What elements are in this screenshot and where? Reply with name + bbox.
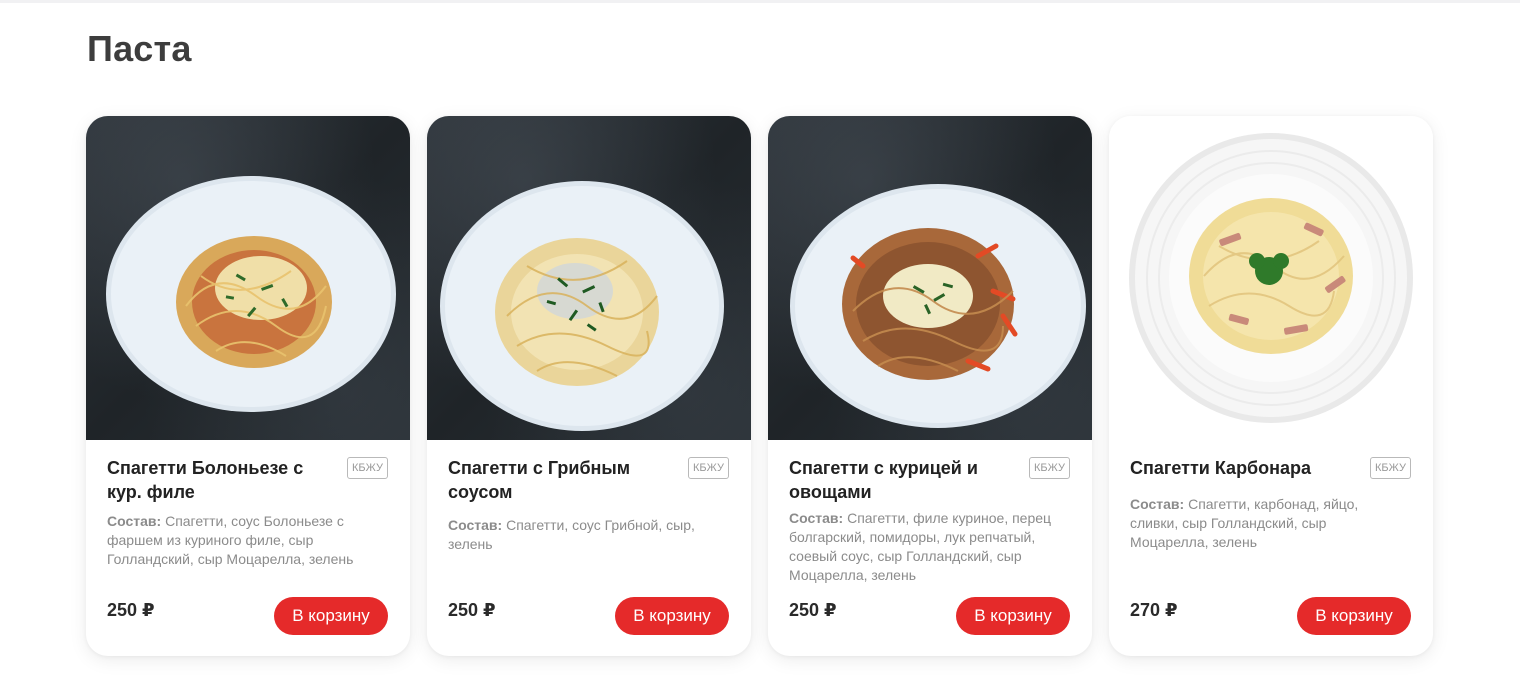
kbju-button[interactable]: КБЖУ — [1028, 457, 1070, 479]
composition-label: Состав: — [107, 513, 162, 529]
product-name: Спагетти с Грибным соусом — [448, 458, 631, 502]
product-photo[interactable] — [1109, 116, 1433, 440]
pasta-carbonara-image — [1129, 133, 1413, 423]
product-composition: Состав: Спагетти, соус Грибной, сыр, зел… — [448, 516, 718, 554]
add-to-cart-button[interactable]: В корзину — [615, 597, 729, 635]
pasta-bolognese-image — [106, 176, 396, 412]
product-card[interactable]: Спагетти с курицей и овощами КБЖУ Состав… — [768, 116, 1092, 656]
product-photo[interactable] — [768, 116, 1092, 440]
pasta-chicken-vegetables-image — [790, 184, 1086, 428]
product-card[interactable]: Спагетти Карбонара КБЖУ Состав: Спагетти… — [1109, 116, 1433, 656]
kbju-button[interactable]: КБЖУ — [687, 457, 729, 479]
add-to-cart-button[interactable]: В корзину — [1297, 597, 1411, 635]
product-name: Спагетти с курицей и овощами — [789, 458, 978, 502]
product-price: 250 ₽ — [107, 600, 155, 620]
add-to-cart-button[interactable]: В корзину — [274, 597, 388, 635]
product-price: 250 ₽ — [448, 600, 496, 620]
product-composition: Состав: Спагетти, карбонад, яйцо, сливки… — [1130, 495, 1400, 552]
product-grid: Спагетти Болоньезе с кур. филе КБЖУ Сост… — [86, 116, 1436, 658]
composition-label: Состав: — [789, 510, 844, 526]
kbju-button[interactable]: КБЖУ — [346, 457, 388, 479]
product-name: Спагетти Болоньезе с кур. филе — [107, 458, 304, 502]
pasta-mushroom-image — [440, 181, 724, 431]
top-divider — [0, 0, 1520, 3]
kbju-button[interactable]: КБЖУ — [1369, 457, 1411, 479]
product-card[interactable]: Спагетти Болоньезе с кур. филе КБЖУ Сост… — [86, 116, 410, 656]
product-composition: Состав: Спагетти, филе куриное, перец бо… — [789, 509, 1059, 585]
composition-label: Состав: — [448, 517, 503, 533]
product-price: 270 ₽ — [1130, 600, 1178, 620]
product-photo[interactable] — [86, 116, 410, 440]
add-to-cart-button[interactable]: В корзину — [956, 597, 1070, 635]
product-price: 250 ₽ — [789, 600, 837, 620]
product-name: Спагетти Карбонара — [1130, 458, 1312, 478]
product-photo[interactable] — [427, 116, 751, 440]
product-card[interactable]: Спагетти с Грибным соусом КБЖУ Состав: С… — [427, 116, 751, 656]
product-composition: Состав: Спагетти, соус Болоньезе с фарше… — [107, 512, 377, 569]
composition-label: Состав: — [1130, 496, 1185, 512]
section-title: Паста — [87, 28, 192, 69]
